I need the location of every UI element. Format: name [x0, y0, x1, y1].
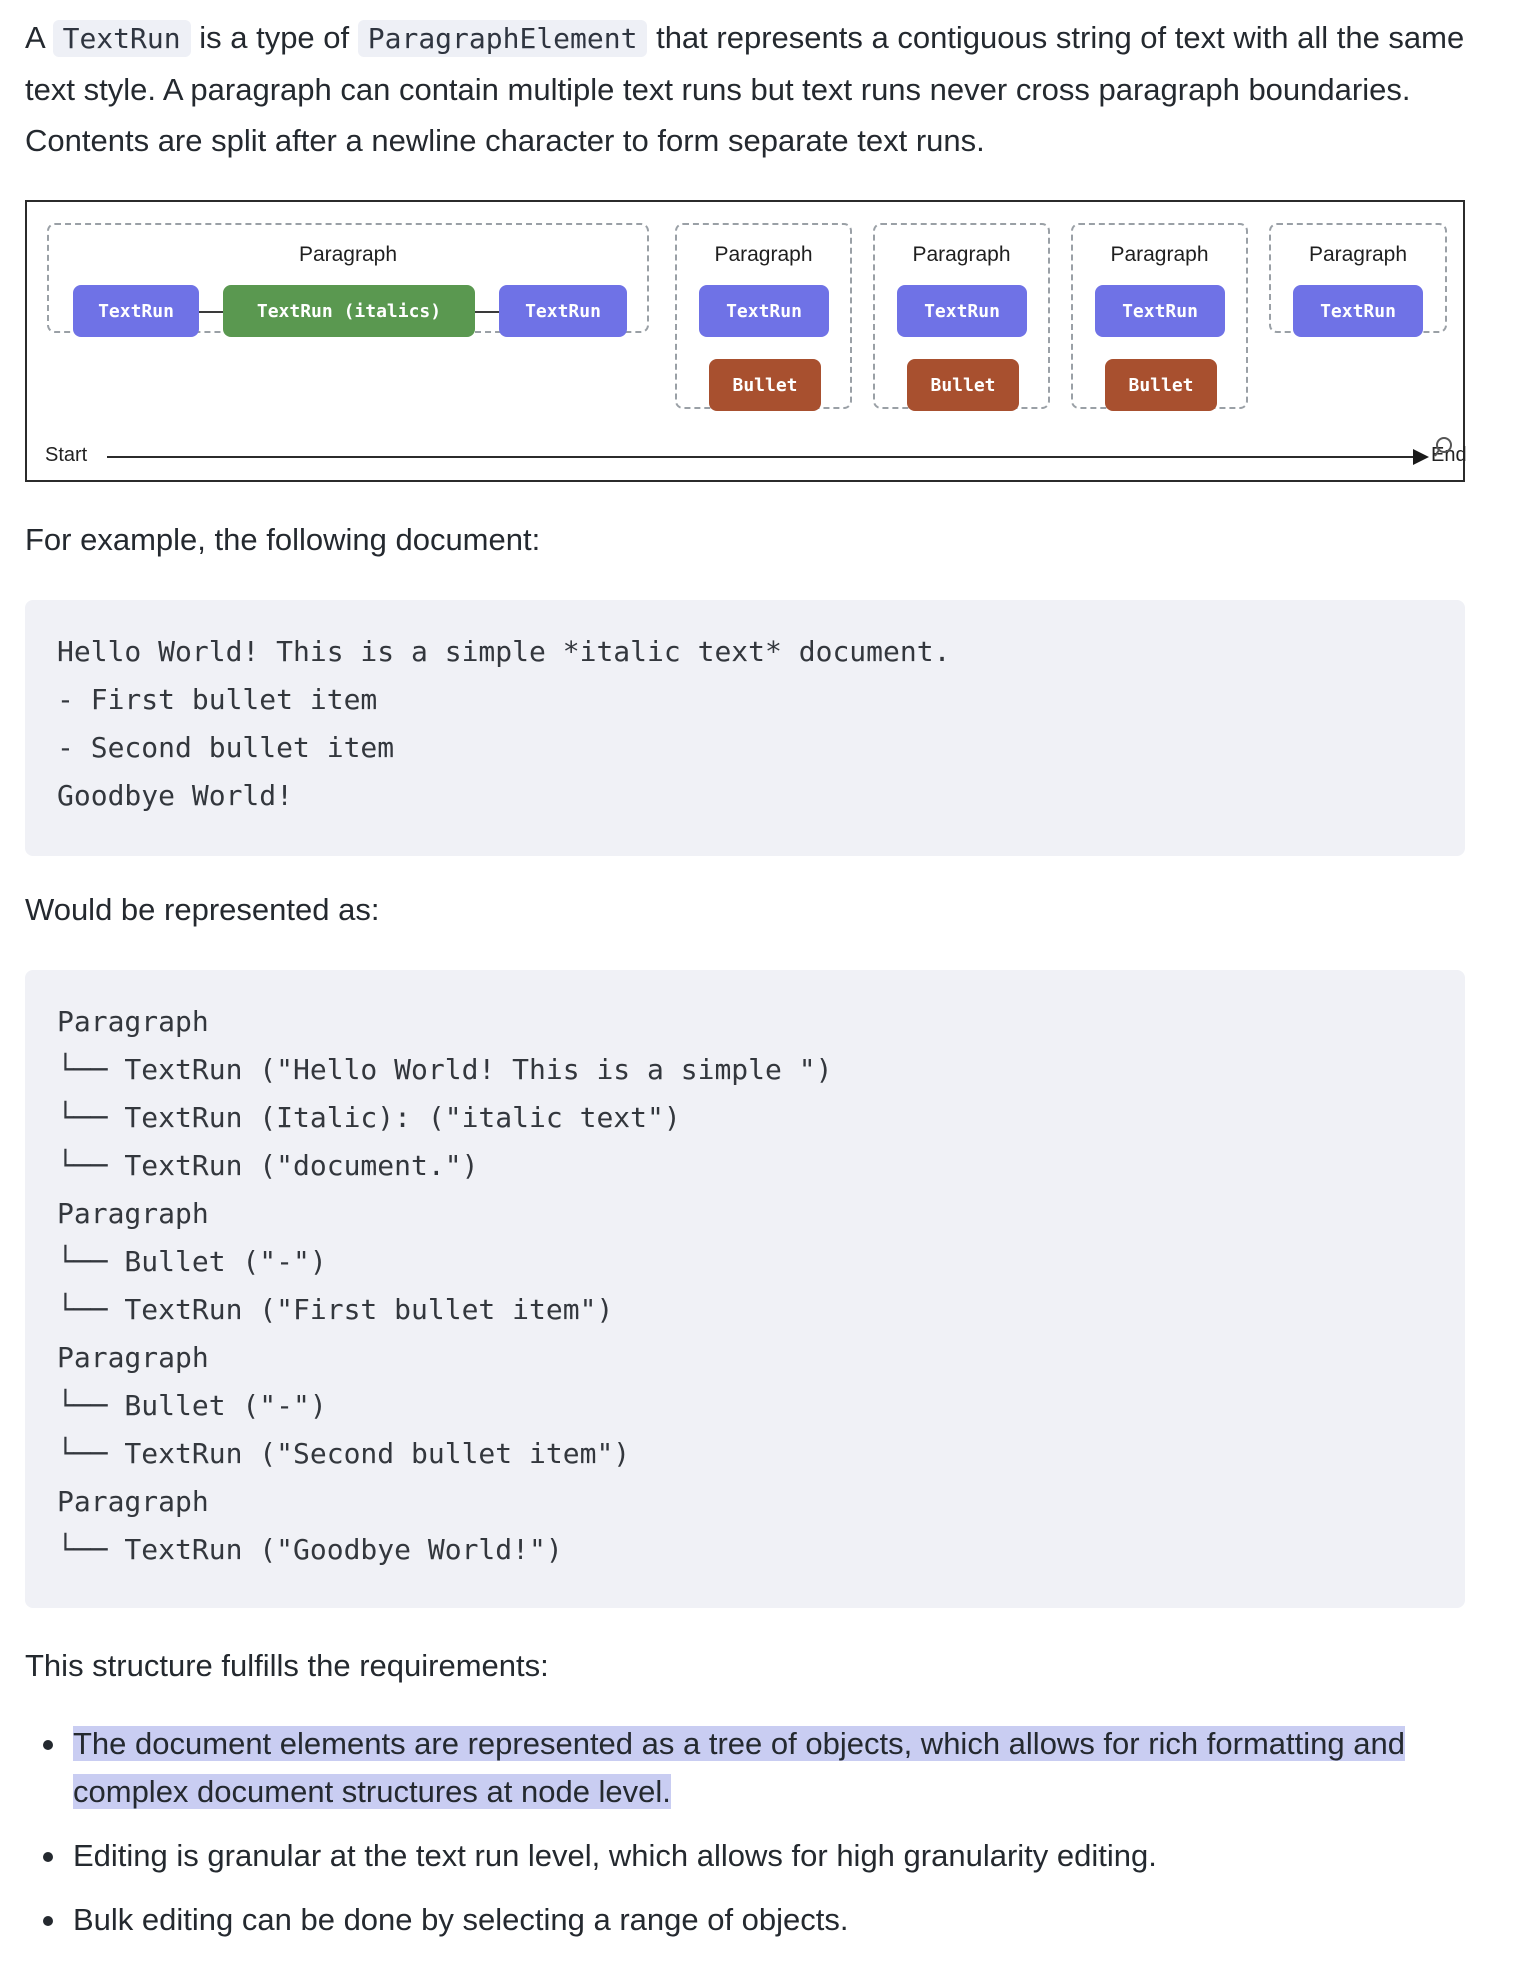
represented-intro: Would be represented as: [25, 892, 380, 927]
code-line: └── TextRun ("Goodbye World!") [57, 1533, 563, 1566]
paragraph-label: Paragraph [714, 243, 813, 266]
code-line: └── TextRun ("document.") [57, 1149, 479, 1182]
paragraph-box-2: Paragraph TextRun Bullet [675, 223, 852, 411]
example-intro: For example, the following document: [25, 522, 541, 557]
paragraph-box-1: Paragraph TextRun TextRun (italics) Text… [47, 223, 649, 337]
code-line: └── Bullet ("-") [57, 1389, 327, 1422]
code-line: └── TextRun ("First bullet item") [57, 1293, 614, 1326]
code-line: └── Bullet ("-") [57, 1245, 327, 1278]
code-line: Paragraph [57, 1005, 209, 1038]
paragraph-label: Paragraph [912, 243, 1011, 266]
document-page: A TextRun is a type of ParagraphElement … [25, 0, 1467, 1937]
textrun-pill: TextRun [499, 285, 627, 337]
intro-prefix: A [25, 20, 53, 55]
textrun-pill: TextRun [1095, 285, 1225, 337]
cursor-icon [1434, 437, 1452, 457]
bullet-dot-icon [43, 1916, 53, 1926]
paragraph-label: Paragraph [1308, 243, 1408, 266]
code-line: Hello World! This is a simple *italic te… [57, 635, 951, 668]
code-line: └── TextRun (Italic): ("italic text") [57, 1101, 681, 1134]
code-line: Goodbye World! [57, 779, 294, 812]
code-line: └── TextRun ("Hello World! This is a sim… [57, 1053, 833, 1086]
textrun-pill: TextRun [897, 285, 1027, 337]
start-label: Start [45, 444, 88, 466]
textrun-diagram: Paragraph TextRun TextRun (italics) Text… [25, 200, 1467, 482]
code-line: - First bullet item [57, 683, 378, 716]
connector-line [199, 311, 223, 313]
paragraph-label: Paragraph [1110, 243, 1209, 266]
timeline-axis [107, 456, 1417, 458]
requirement-text: Bulk editing can be done by selecting a … [73, 1902, 849, 1937]
requirement-item: The document elements are represented as… [25, 1720, 1465, 1816]
code-line: Paragraph [57, 1485, 209, 1518]
code-paragraph-element: ParagraphElement [357, 20, 648, 57]
arrowhead-icon [1413, 449, 1429, 465]
paragraph-label: Paragraph [298, 243, 398, 266]
intro-paragraph: A TextRun is a type of ParagraphElement … [25, 12, 1465, 166]
paragraph-box-3: Paragraph TextRun Bullet [873, 223, 1050, 411]
requirement-text: The document elements are represented as… [73, 1726, 1405, 1809]
bullet-pill: Bullet [709, 359, 821, 411]
bullet-pill: Bullet [1105, 359, 1217, 411]
textrun-italics-pill: TextRun (italics) [223, 285, 475, 337]
requirement-item: Bulk editing can be done by selecting a … [25, 1896, 1465, 1944]
code-textrun: TextRun [52, 20, 191, 57]
requirement-text: Editing is granular at the text run leve… [73, 1838, 1157, 1873]
bullet-pill: Bullet [907, 359, 1019, 411]
textrun-pill: TextRun [73, 285, 199, 337]
bullet-dot-icon [43, 1852, 53, 1862]
bullet-dot-icon [43, 1740, 53, 1750]
tree-code-block: Paragraph └── TextRun ("Hello World! This… [25, 970, 1465, 1608]
paragraph-box-5: Paragraph TextRun [1269, 223, 1447, 337]
requirements-intro: This structure fulfills the requirements… [25, 1648, 549, 1683]
code-line: Paragraph [57, 1341, 209, 1374]
example-code-block: Hello World! This is a simple *italic te… [25, 600, 1465, 856]
connector-line [475, 311, 499, 313]
requirement-item: Editing is granular at the text run leve… [25, 1832, 1465, 1880]
textrun-pill: TextRun [1293, 285, 1423, 337]
code-line: - Second bullet item [57, 731, 395, 764]
textrun-pill: TextRun [699, 285, 829, 337]
paragraph-box-4: Paragraph TextRun Bullet [1071, 223, 1248, 411]
code-line: Paragraph [57, 1197, 209, 1230]
requirements-list: The document elements are represented as… [25, 1720, 1465, 1960]
intro-middle: is a type of [190, 20, 358, 55]
code-line: └── TextRun ("Second bullet item") [57, 1437, 631, 1470]
